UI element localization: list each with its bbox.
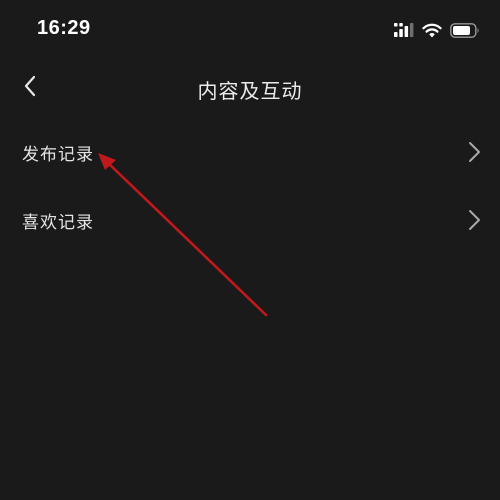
page-title: 内容及互动: [197, 79, 303, 103]
cellular-signal-icon: [394, 23, 414, 37]
wifi-icon: [422, 23, 442, 37]
chevron-right-icon: [469, 142, 480, 162]
chevron-right-icon: [469, 210, 480, 230]
menu-item-label: 喜欢记录: [22, 213, 94, 233]
menu-item-publish-records[interactable]: 发布记录: [0, 118, 500, 186]
battery-icon: [450, 22, 479, 38]
status-icons: [394, 19, 480, 41]
status-bar: 16:29: [0, 0, 500, 60]
nav-bar: 内容及互动: [0, 60, 500, 116]
menu-list: 发布记录 喜欢记录: [0, 118, 500, 254]
status-time: 16:29: [37, 17, 91, 39]
menu-item-label: 发布记录: [22, 145, 94, 165]
menu-item-liked-records[interactable]: 喜欢记录: [0, 186, 500, 254]
